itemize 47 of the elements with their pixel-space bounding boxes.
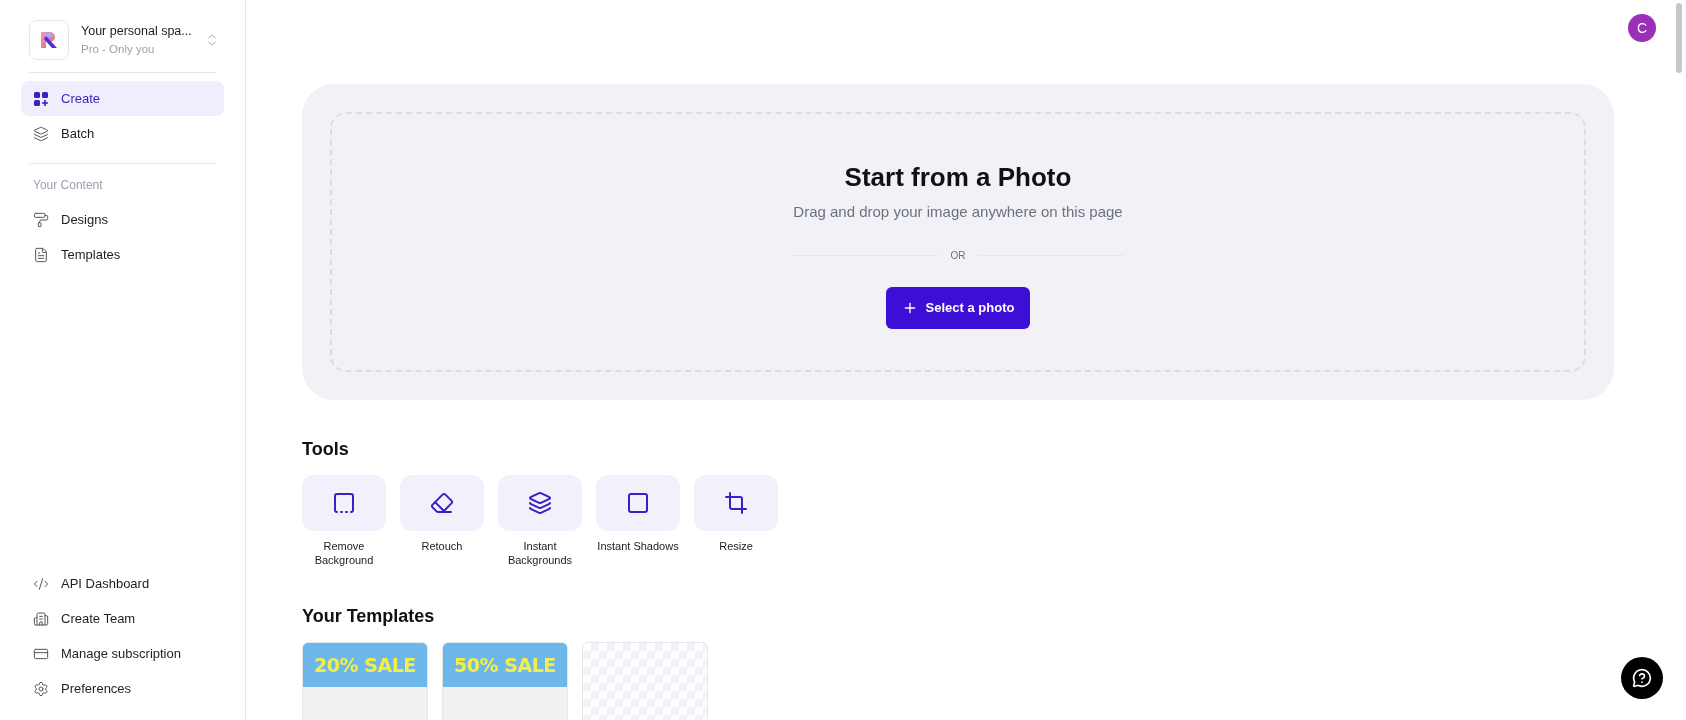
- settings-icon: [33, 680, 49, 697]
- help-button[interactable]: [1621, 657, 1663, 699]
- dropzone-title: Start from a Photo: [844, 161, 1072, 194]
- tool-tile[interactable]: [400, 475, 484, 531]
- sidebar-item[interactable]: Designs: [21, 202, 224, 237]
- eraser-icon: [430, 491, 454, 515]
- tool-label: Instant Backgrounds: [506, 539, 574, 567]
- file-icon: [33, 246, 49, 263]
- template-headline: 50% SALE: [454, 652, 556, 678]
- divider-label: OR: [950, 248, 966, 263]
- crop-icon: [724, 491, 748, 515]
- building-icon: [33, 610, 49, 627]
- tool-tile[interactable]: [302, 475, 386, 531]
- scrollbar[interactable]: [1676, 3, 1682, 73]
- tool-label: Resize: [718, 539, 754, 553]
- user-avatar[interactable]: C: [1628, 14, 1656, 42]
- layers-icon: [528, 491, 552, 515]
- select-photo-button[interactable]: Select a photo: [885, 286, 1031, 329]
- code-icon: [33, 575, 49, 592]
- sidebar-item[interactable]: API Dashboard: [21, 566, 224, 601]
- workspace-name: Your personal spa...: [81, 23, 192, 40]
- sidebar-item[interactable]: Templates: [21, 237, 224, 272]
- help-icon: [1632, 668, 1652, 688]
- frame-icon: [332, 491, 356, 515]
- section-title: Your Content: [32, 177, 104, 194]
- template-headline: 20% SALE: [314, 652, 416, 678]
- tool-label: Retouch: [420, 539, 464, 553]
- workspace-plan: Pro - Only you: [81, 41, 156, 57]
- tool-label: Instant Shadows: [596, 539, 680, 553]
- templates-heading: Your Templates: [302, 605, 436, 628]
- sidebar-item[interactable]: Create Team: [21, 601, 224, 636]
- sidebar-item[interactable]: Manage subscription: [21, 636, 224, 671]
- sidebar-item[interactable]: Batch: [21, 116, 224, 151]
- drop-zone[interactable]: Start from a Photo Drag and drop your image anywhere on this page OR Select a photo: [330, 112, 1586, 372]
- tool-tile[interactable]: [498, 475, 582, 531]
- paint-roller-icon: [33, 211, 49, 228]
- layers-icon: [33, 125, 49, 142]
- tool-tile[interactable]: [596, 475, 680, 531]
- workspace-switcher[interactable]: Your personal spa... Pro - Only you: [21, 20, 224, 60]
- sidebar-item[interactable]: Preferences: [21, 671, 224, 706]
- grid-icon: [33, 90, 49, 107]
- tool-tile[interactable]: [694, 475, 778, 531]
- sidebar-item[interactable]: Create: [21, 81, 224, 116]
- tool-label: Remove Background: [313, 539, 375, 567]
- tools-heading: Tools: [302, 438, 350, 461]
- square-icon: [626, 491, 650, 515]
- dropzone-subtitle: Drag and drop your image anywhere on this page: [793, 202, 1123, 222]
